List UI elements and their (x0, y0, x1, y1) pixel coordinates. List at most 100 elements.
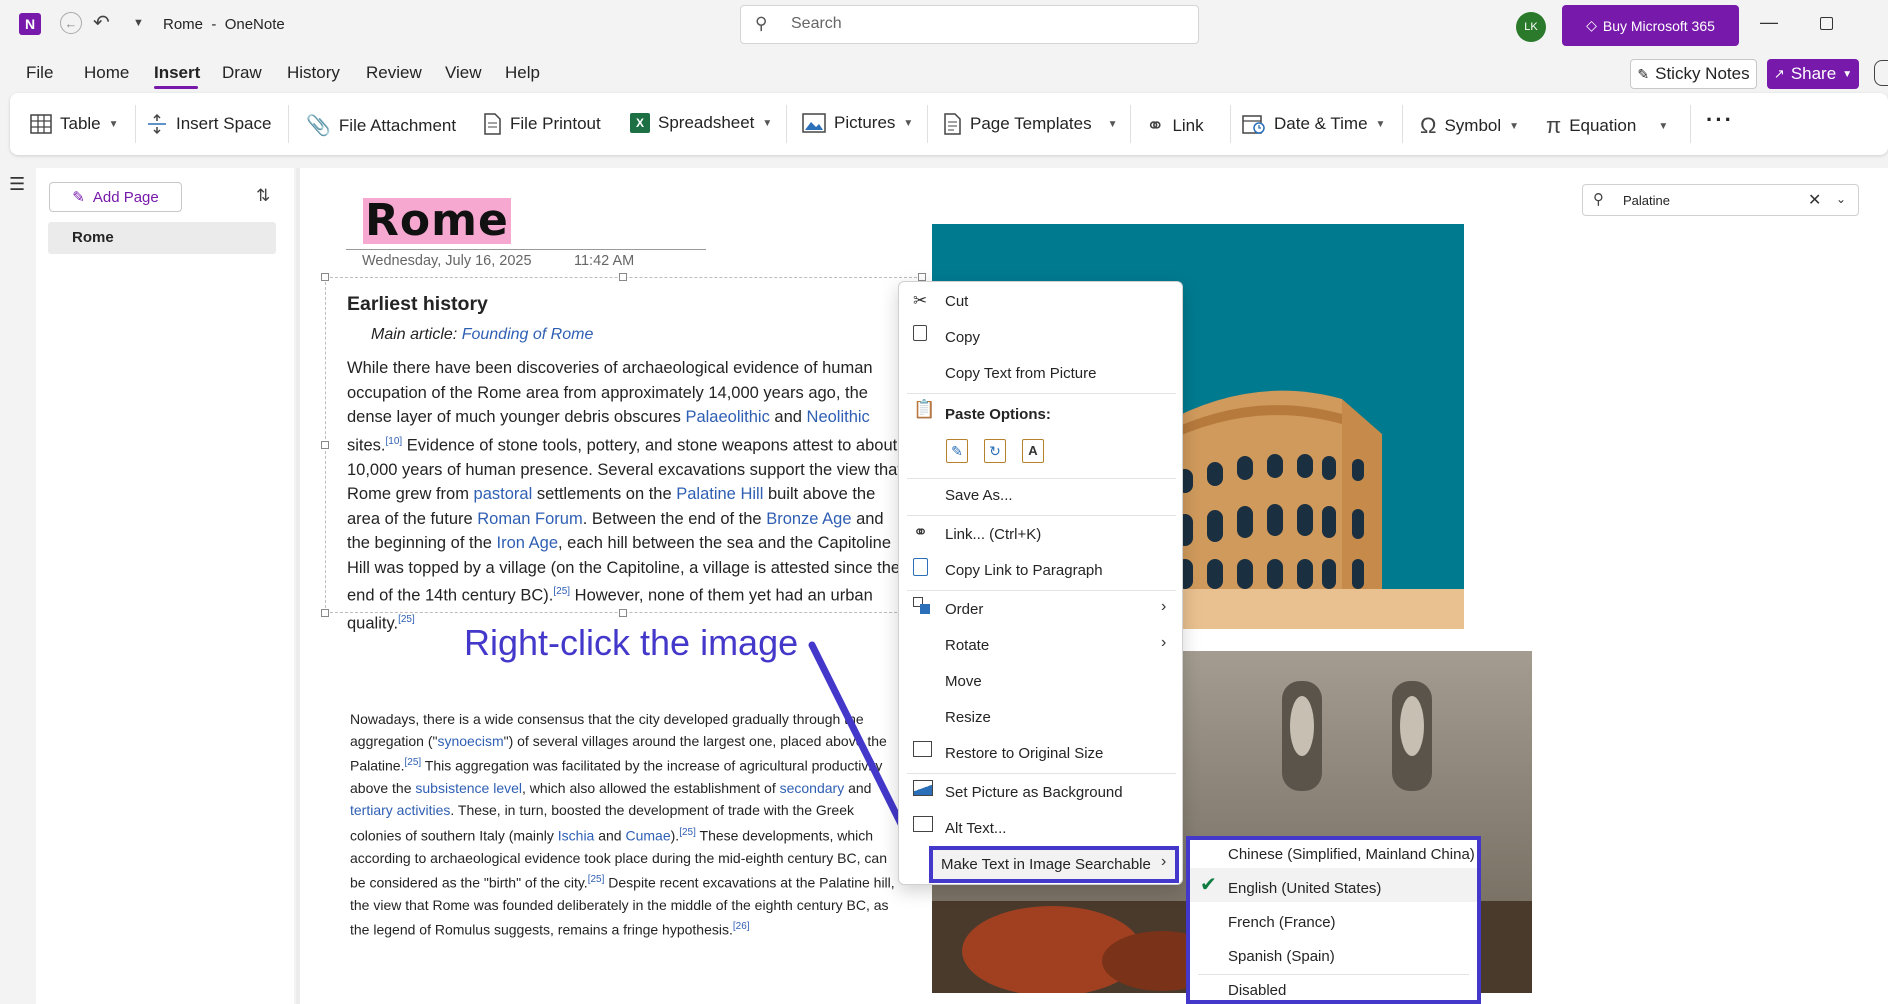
tab-help[interactable]: Help (505, 63, 540, 83)
date-time-button[interactable]: Date & Time ▼ (1242, 113, 1385, 135)
menu-separator (907, 393, 1176, 394)
menu-item-move[interactable]: Move (945, 673, 982, 690)
menu-item-link[interactable]: Link... (Ctrl+K) (945, 526, 1041, 543)
menu-separator (1198, 974, 1469, 975)
pi-icon: π (1546, 113, 1562, 138)
sticky-notes-button[interactable]: ✎ Sticky Notes (1630, 59, 1757, 89)
submenu-item-english[interactable]: English (United States) (1228, 880, 1381, 897)
minimize-button[interactable]: — (1760, 12, 1778, 33)
window-title: Rome - OneNote (163, 16, 285, 33)
search-icon: ⚲ (1593, 191, 1604, 208)
tab-draw[interactable]: Draw (222, 63, 262, 83)
tab-history[interactable]: History (287, 63, 340, 83)
table-button[interactable]: Table ▼ (30, 113, 119, 135)
submenu-item-french[interactable]: French (France) (1228, 914, 1336, 931)
title-bar: N ← ↶ ▼ Rome - OneNote ⚲ Search LK ◇ Buy… (0, 0, 1888, 50)
omega-icon: Ω (1420, 113, 1437, 138)
resize-handle[interactable] (321, 609, 329, 617)
table-icon (30, 114, 52, 134)
symbol-button[interactable]: Ω Symbol ▼ (1420, 113, 1519, 139)
tab-view[interactable]: View (445, 63, 482, 83)
page-list-item-rome[interactable]: Rome (48, 222, 276, 254)
active-tab-indicator (154, 86, 198, 89)
find-input[interactable]: Palatine (1623, 193, 1670, 208)
tab-insert[interactable]: Insert (154, 63, 200, 83)
insert-space-button[interactable]: Insert Space (146, 113, 271, 135)
menu-item-cut[interactable]: Cut (945, 293, 968, 310)
find-bar[interactable]: ⚲ Palatine ✕ ⌄ (1582, 184, 1859, 216)
menu-item-set-picture-as-background[interactable]: Set Picture as Background (945, 784, 1123, 801)
file-printout-button[interactable]: File Printout (482, 113, 601, 135)
page-templates-button[interactable]: Page Templates ▼ (942, 113, 1118, 135)
page-title[interactable]: Rome (363, 198, 511, 244)
restore-size-icon (913, 741, 932, 757)
menu-item-restore-to-original-size[interactable]: Restore to Original Size (945, 745, 1103, 762)
menu-item-make-text-searchable[interactable]: Make Text in Image Searchable › (929, 846, 1179, 883)
chevron-right-icon: › (1161, 634, 1167, 651)
menu-item-copy[interactable]: Copy (945, 329, 980, 346)
menu-item-alt-text[interactable]: Alt Text... (945, 820, 1006, 837)
insert-space-icon (148, 113, 166, 135)
paste-keep-formatting-icon[interactable]: ✎ (946, 439, 968, 463)
more-options-button[interactable]: ··· (1706, 107, 1734, 133)
link-icon: ⚭ (1146, 113, 1165, 138)
menu-item-rotate[interactable]: Rotate (945, 637, 989, 654)
buy-microsoft-365-button[interactable]: ◇ Buy Microsoft 365 (1562, 5, 1739, 46)
calendar-icon (1242, 115, 1265, 134)
context-menu: ✂ Cut Copy Copy Text from Picture 📋 Past… (898, 281, 1183, 885)
menu-separator (907, 478, 1176, 479)
sort-pages-icon[interactable]: ⇅ (256, 186, 270, 206)
page-templates-icon (944, 113, 961, 135)
tab-home[interactable]: Home (84, 63, 129, 83)
history-paragraph[interactable]: While there have been discoveries of arc… (347, 356, 909, 636)
ribbon-separator (135, 105, 136, 143)
menu-item-save-as[interactable]: Save As... (945, 487, 1013, 504)
share-button[interactable]: ↗ Share ▼ (1767, 59, 1859, 89)
menu-item-order[interactable]: Order (945, 601, 983, 618)
tab-review[interactable]: Review (366, 63, 422, 83)
chevron-right-icon: › (1161, 598, 1167, 615)
founding-of-rome-link[interactable]: Founding of Rome (462, 326, 594, 343)
paste-text-only-icon[interactable]: A (1022, 439, 1044, 463)
order-icon (913, 597, 931, 615)
file-attachment-button[interactable]: 📎 File Attachment (306, 113, 456, 138)
paste-merge-formatting-icon[interactable]: ↻ (984, 439, 1006, 463)
add-page-button[interactable]: ✎ Add Page (49, 182, 182, 212)
submenu-item-disabled[interactable]: Disabled (1228, 982, 1286, 999)
submenu-item-chinese[interactable]: Chinese (Simplified, Mainland China) (1228, 846, 1475, 863)
resize-handle[interactable] (918, 273, 926, 281)
resize-handle[interactable] (321, 273, 329, 281)
person-icon[interactable] (1874, 60, 1888, 86)
excel-icon: X (630, 113, 650, 133)
equation-button[interactable]: π Equation ▼ (1546, 113, 1668, 139)
spreadsheet-button[interactable]: X Spreadsheet ▼ (630, 113, 772, 133)
menu-item-copy-text-from-picture[interactable]: Copy Text from Picture (945, 365, 1096, 382)
ribbon: Table ▼ Insert Space 📎 File Attachment Fi… (10, 93, 1888, 155)
menu-item-copy-link-to-paragraph[interactable]: Copy Link to Paragraph (945, 562, 1103, 579)
resize-handle[interactable] (619, 273, 627, 281)
copy-link-icon (913, 558, 928, 576)
search-input[interactable]: ⚲ Search (740, 5, 1199, 44)
resize-handle[interactable] (321, 441, 329, 449)
pictures-button[interactable]: Pictures ▼ (802, 113, 913, 133)
printout-icon (484, 113, 501, 135)
hamburger-menu-icon[interactable]: ☰ (9, 174, 25, 195)
undo-icon[interactable]: ↶ (93, 10, 110, 35)
quick-access-dropdown-icon[interactable]: ▼ (133, 17, 144, 29)
ribbon-separator (1130, 105, 1131, 143)
main-article-line[interactable]: Main article: Founding of Rome (371, 326, 593, 344)
section-heading[interactable]: Earliest history (347, 293, 488, 316)
checkmark-icon: ✔ (1200, 874, 1217, 896)
diamond-icon: ◇ (1586, 17, 1597, 33)
link-button[interactable]: ⚭ Link (1146, 113, 1204, 139)
chevron-right-icon: › (1161, 853, 1167, 870)
tab-file[interactable]: File (26, 63, 53, 83)
clear-search-icon[interactable]: ✕ (1808, 190, 1821, 210)
chevron-down-icon[interactable]: ⌄ (1836, 192, 1846, 206)
submenu-item-spanish[interactable]: Spanish (Spain) (1228, 948, 1335, 965)
ribbon-separator (786, 105, 787, 143)
menu-item-resize[interactable]: Resize (945, 709, 991, 726)
back-icon[interactable]: ← (60, 12, 82, 34)
avatar[interactable]: LK (1516, 12, 1546, 42)
restore-button[interactable] (1820, 17, 1833, 30)
